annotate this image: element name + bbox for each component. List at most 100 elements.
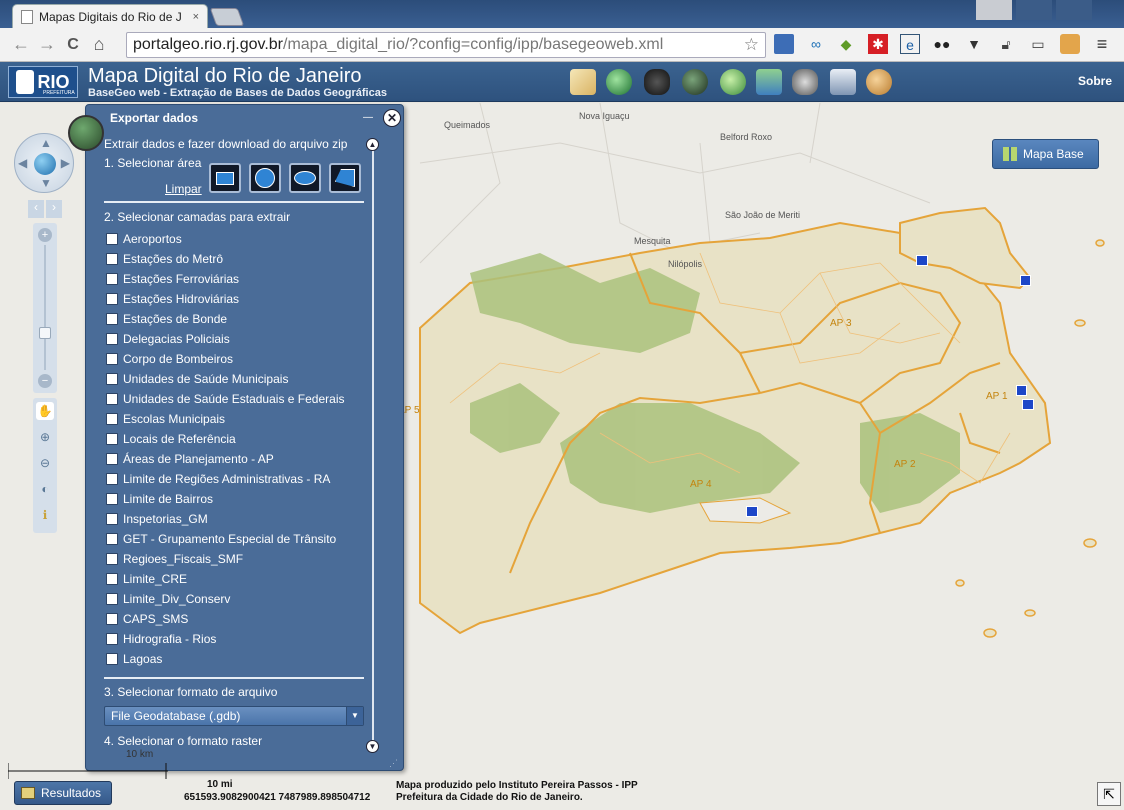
previous-extent-icon[interactable]: ‹ bbox=[28, 200, 44, 218]
layer-item[interactable]: Estações do Metrô bbox=[106, 249, 366, 269]
layer-checkbox[interactable] bbox=[106, 433, 118, 445]
sobre-link[interactable]: Sobre bbox=[1078, 74, 1112, 88]
layer-item[interactable]: Limite_Div_Conserv bbox=[106, 589, 366, 609]
layer-item[interactable]: Limite_CRE bbox=[106, 569, 366, 589]
print-icon[interactable] bbox=[830, 69, 856, 95]
extension-lock-icon[interactable]: 🔓︎ bbox=[996, 34, 1016, 54]
map-icon[interactable] bbox=[570, 69, 596, 95]
extension-pocket-icon[interactable]: ▼ bbox=[964, 34, 984, 54]
mapa-globe-icon[interactable] bbox=[720, 69, 746, 95]
layer-checkbox[interactable] bbox=[106, 513, 118, 525]
layer-item[interactable]: GET - Grupamento Especial de Trânsito bbox=[106, 529, 366, 549]
polygon-select-button[interactable] bbox=[329, 163, 361, 193]
zoom-out-tool-icon[interactable]: ⊖ bbox=[36, 454, 54, 472]
pan-hand-icon[interactable]: ✋ bbox=[36, 402, 54, 420]
back-button[interactable]: ← bbox=[8, 34, 34, 55]
extension-link-icon[interactable]: ∞ bbox=[806, 34, 826, 54]
next-extent-icon[interactable]: › bbox=[46, 200, 62, 218]
pan-north-icon[interactable]: ▲ bbox=[40, 136, 52, 150]
scroll-down-icon[interactable]: ▼ bbox=[366, 740, 379, 753]
layer-checkbox[interactable] bbox=[106, 253, 118, 265]
scroll-up-icon[interactable]: ▲ bbox=[366, 138, 379, 151]
full-extent-icon[interactable]: ◐ bbox=[36, 480, 54, 498]
ellipse-select-button[interactable] bbox=[289, 163, 321, 193]
minimize-button[interactable]: — bbox=[363, 112, 373, 123]
forward-button[interactable]: → bbox=[34, 34, 60, 55]
layer-item[interactable]: Corpo de Bombeiros bbox=[106, 349, 366, 369]
mapa-base-button[interactable]: Mapa Base bbox=[992, 139, 1099, 169]
layer-checkbox[interactable] bbox=[106, 273, 118, 285]
layer-item[interactable]: Inspetorias_GM bbox=[106, 509, 366, 529]
globe-icon[interactable] bbox=[34, 153, 56, 175]
window-user-button[interactable] bbox=[976, 0, 1012, 20]
layer-item[interactable]: Aeroportos bbox=[106, 229, 366, 249]
rio-logo[interactable]: RIO PREFEITURA bbox=[8, 66, 78, 98]
info-icon[interactable]: ℹ bbox=[36, 506, 54, 524]
layer-checkbox[interactable] bbox=[106, 593, 118, 605]
airport-marker-icon[interactable] bbox=[746, 506, 758, 517]
search-globe-icon[interactable] bbox=[606, 69, 632, 95]
pan-east-icon[interactable]: ▶ bbox=[61, 156, 70, 170]
url-bar[interactable]: portalgeo.rio.rj.gov.br/mapa_digital_rio… bbox=[126, 32, 766, 58]
resize-grip-icon[interactable]: ⋰ bbox=[389, 758, 398, 769]
window-maximize-button[interactable] bbox=[1056, 0, 1092, 20]
airport-marker-icon[interactable] bbox=[1022, 399, 1034, 410]
extension-lastpass-icon[interactable]: ✱ bbox=[868, 34, 888, 54]
extension-glasses-icon[interactable]: ●● bbox=[932, 34, 952, 54]
resultados-button[interactable]: Resultados bbox=[14, 781, 112, 805]
layer-checkbox[interactable] bbox=[106, 653, 118, 665]
layer-item[interactable]: Lagoas bbox=[106, 649, 366, 669]
layer-item[interactable]: Estações Ferroviárias bbox=[106, 269, 366, 289]
layer-checkbox[interactable] bbox=[106, 313, 118, 325]
reload-button[interactable]: C bbox=[60, 36, 86, 54]
layer-checkbox[interactable] bbox=[106, 233, 118, 245]
binoculars-icon[interactable] bbox=[644, 69, 670, 95]
camera-icon[interactable] bbox=[792, 69, 818, 95]
layer-checkbox[interactable] bbox=[106, 573, 118, 585]
extension-ie-icon[interactable]: e bbox=[900, 34, 920, 54]
home-button[interactable]: ⌂ bbox=[86, 34, 112, 55]
airport-marker-icon[interactable] bbox=[916, 255, 928, 266]
zoom-in-icon[interactable]: + bbox=[38, 228, 52, 242]
layer-checkbox[interactable] bbox=[106, 533, 118, 545]
layer-checkbox[interactable] bbox=[106, 293, 118, 305]
limpar-link[interactable]: Limpar bbox=[165, 182, 202, 196]
airport-marker-icon[interactable] bbox=[1016, 385, 1027, 396]
circle-select-button[interactable] bbox=[249, 163, 281, 193]
bookmark-star-icon[interactable]: ☆ bbox=[744, 35, 759, 55]
layer-item[interactable]: Delegacias Policiais bbox=[106, 329, 366, 349]
chevron-down-icon[interactable]: ▼ bbox=[346, 707, 363, 725]
layer-item[interactable]: Unidades de Saúde Municipais bbox=[106, 369, 366, 389]
layer-checkbox[interactable] bbox=[106, 453, 118, 465]
layer-item[interactable]: Limite de Regiões Administrativas - RA bbox=[106, 469, 366, 489]
pan-west-icon[interactable]: ◀ bbox=[18, 156, 27, 170]
layer-checkbox[interactable] bbox=[106, 333, 118, 345]
extension-tm-icon[interactable] bbox=[774, 34, 794, 54]
layer-item[interactable]: Áreas de Planejamento - AP bbox=[106, 449, 366, 469]
new-tab-button[interactable] bbox=[209, 8, 245, 26]
close-button[interactable]: ✕ bbox=[383, 109, 401, 127]
layer-item[interactable]: CAPS_SMS bbox=[106, 609, 366, 629]
window-minimize-button[interactable] bbox=[1016, 0, 1052, 20]
palette-icon[interactable] bbox=[866, 69, 892, 95]
layer-checkbox[interactable] bbox=[106, 493, 118, 505]
browser-tab[interactable]: Mapas Digitais do Rio de J × bbox=[12, 4, 208, 28]
pan-south-icon[interactable]: ▼ bbox=[40, 176, 52, 190]
layer-item[interactable]: Escolas Municipais bbox=[106, 409, 366, 429]
layer-item[interactable]: Unidades de Saúde Estaduais e Federais bbox=[106, 389, 366, 409]
panel-scrollbar[interactable] bbox=[372, 145, 374, 745]
pan-compass[interactable]: ▲ ▼ ◀ ▶ bbox=[14, 133, 74, 193]
layer-checkbox[interactable] bbox=[106, 353, 118, 365]
rectangle-select-button[interactable] bbox=[209, 163, 241, 193]
extension-face-icon[interactable] bbox=[1060, 34, 1080, 54]
extension-basket-icon[interactable]: ◆ bbox=[836, 34, 856, 54]
layer-item[interactable]: Limite de Bairros bbox=[106, 489, 366, 509]
layer-checkbox[interactable] bbox=[106, 473, 118, 485]
layer-checkbox[interactable] bbox=[106, 413, 118, 425]
zoom-in-tool-icon[interactable]: ⊕ bbox=[36, 428, 54, 446]
layer-item[interactable]: Regioes_Fiscais_SMF bbox=[106, 549, 366, 569]
layer-checkbox[interactable] bbox=[106, 553, 118, 565]
zoom-slider[interactable]: + − bbox=[33, 223, 57, 393]
layer-item[interactable]: Estações Hidroviárias bbox=[106, 289, 366, 309]
layer-checkbox[interactable] bbox=[106, 373, 118, 385]
